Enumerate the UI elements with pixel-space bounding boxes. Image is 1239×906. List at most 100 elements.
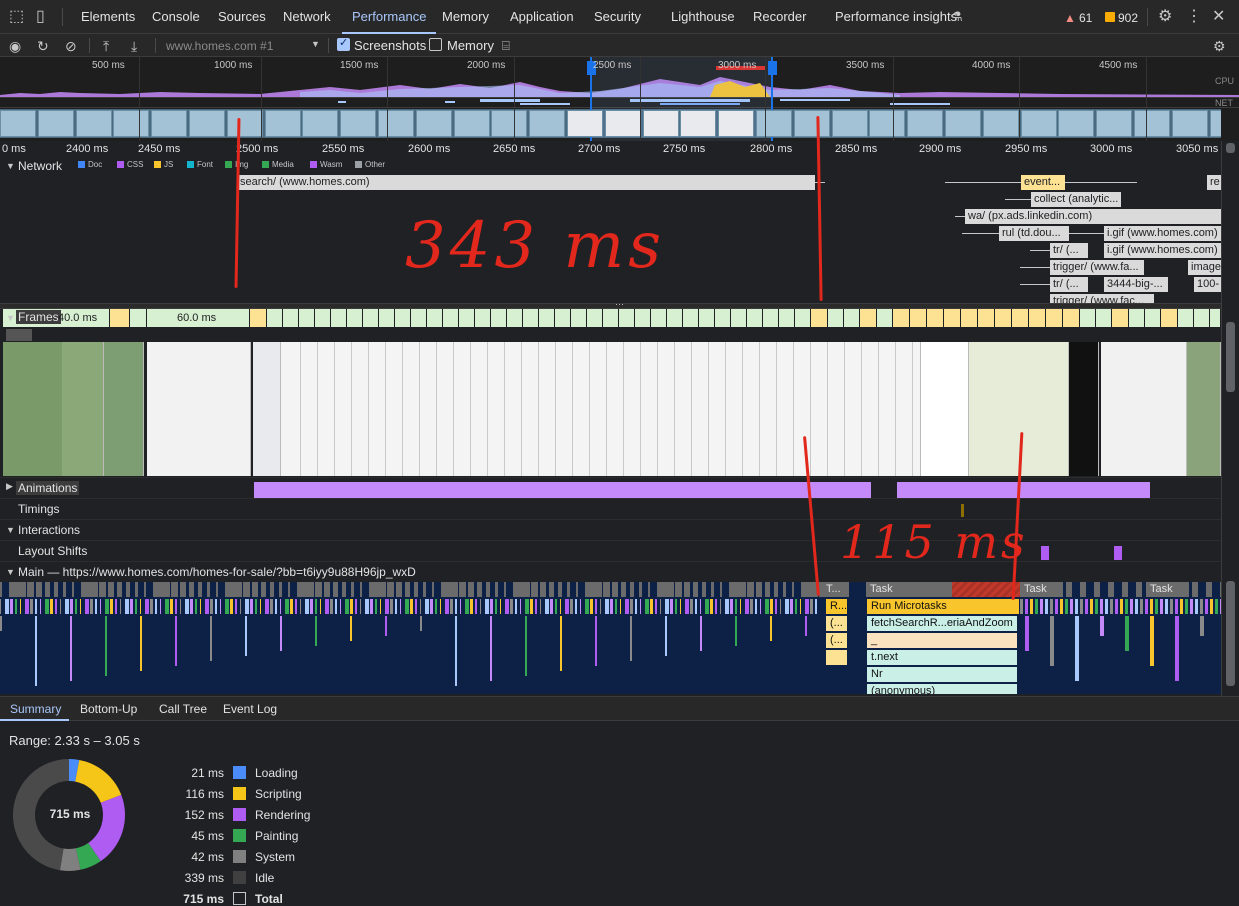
task-block[interactable] bbox=[648, 582, 650, 597]
tab-application[interactable]: Application bbox=[510, 0, 574, 34]
flame-entry[interactable] bbox=[70, 599, 73, 614]
flame-entry[interactable] bbox=[245, 599, 249, 614]
flame-entry[interactable] bbox=[280, 599, 281, 614]
task-block[interactable] bbox=[270, 582, 274, 597]
flame-entry[interactable] bbox=[115, 599, 117, 614]
flame-entry[interactable] bbox=[15, 599, 17, 614]
flame-entry[interactable] bbox=[260, 599, 261, 614]
collapse-triangle-icon[interactable]: ▼ bbox=[6, 161, 15, 171]
task-block[interactable] bbox=[729, 582, 738, 597]
tab-security[interactable]: Security bbox=[594, 0, 641, 34]
flame-entry[interactable] bbox=[255, 599, 257, 614]
flame-entry[interactable] bbox=[1065, 599, 1068, 614]
flame-entry[interactable] bbox=[770, 616, 772, 641]
flame-entry[interactable] bbox=[435, 599, 437, 614]
network-request[interactable]: 3444-big-... bbox=[1104, 277, 1168, 292]
task-block[interactable] bbox=[171, 582, 178, 597]
flame-entry[interactable] bbox=[185, 599, 189, 614]
collapse-triangle-icon[interactable]: ▼ bbox=[6, 313, 15, 323]
flame-entry[interactable] bbox=[540, 599, 541, 614]
task-block[interactable] bbox=[585, 582, 594, 597]
task-block[interactable] bbox=[513, 582, 522, 597]
task-block[interactable] bbox=[423, 582, 426, 597]
flame-entry[interactable] bbox=[155, 599, 157, 614]
task-block[interactable] bbox=[675, 582, 682, 597]
flame-entry[interactable] bbox=[610, 599, 613, 614]
clear-icon[interactable]: ⊘ bbox=[65, 38, 77, 54]
task-block[interactable] bbox=[603, 582, 610, 597]
flame-entry[interactable] bbox=[1050, 599, 1053, 614]
flame-entry[interactable] bbox=[40, 599, 41, 614]
task-block[interactable] bbox=[1108, 582, 1114, 597]
network-request[interactable]: collect (analytic... bbox=[1031, 192, 1121, 207]
timeline-overview[interactable]: 500 ms 1000 ms 1500 ms 2000 ms 2500 ms 3000 m… bbox=[0, 57, 1239, 142]
flame-entry[interactable] bbox=[70, 616, 72, 681]
tab-recorder[interactable]: Recorder bbox=[753, 0, 806, 34]
flame-entry[interactable] bbox=[350, 599, 353, 614]
tab-network[interactable]: Network bbox=[283, 0, 331, 34]
task-block[interactable] bbox=[333, 582, 338, 597]
flame-entry[interactable] bbox=[765, 599, 769, 614]
flame-entry[interactable] bbox=[675, 599, 677, 614]
flame-entry[interactable] bbox=[1190, 599, 1193, 614]
flame-entry[interactable] bbox=[135, 599, 137, 614]
network-request[interactable]: re bbox=[1207, 175, 1221, 190]
flame-entry[interactable] bbox=[595, 599, 597, 614]
flame-entry[interactable] bbox=[170, 599, 173, 614]
flame-entry[interactable] bbox=[30, 599, 33, 614]
task-block[interactable] bbox=[45, 582, 50, 597]
task-block[interactable] bbox=[441, 582, 450, 597]
flame-entry[interactable] bbox=[1170, 599, 1173, 614]
flame-entry[interactable] bbox=[410, 599, 413, 614]
flame-entry[interactable] bbox=[775, 599, 777, 614]
flame-entry[interactable] bbox=[1125, 616, 1129, 651]
flame-entry[interactable] bbox=[460, 599, 461, 614]
flame-entry[interactable] bbox=[550, 599, 553, 614]
flame-entry[interactable] bbox=[730, 599, 733, 614]
flame-entry[interactable]: (... bbox=[826, 633, 848, 648]
collapse-triangle-icon[interactable]: ▼ bbox=[6, 567, 15, 577]
flame-entry[interactable] bbox=[520, 599, 521, 614]
flame-entry[interactable] bbox=[1090, 599, 1093, 614]
flame-entry[interactable] bbox=[1110, 599, 1113, 614]
flame-entry[interactable] bbox=[1085, 599, 1088, 614]
flame-entry[interactable] bbox=[595, 616, 597, 666]
flame-entry[interactable] bbox=[630, 616, 632, 661]
task-block[interactable] bbox=[495, 582, 498, 597]
flame-entry[interactable] bbox=[280, 616, 282, 651]
task-block[interactable] bbox=[738, 582, 746, 597]
task-block[interactable] bbox=[1136, 582, 1142, 597]
flame-entry[interactable] bbox=[1045, 599, 1048, 614]
flame-entry[interactable] bbox=[230, 599, 233, 614]
task-block[interactable] bbox=[720, 582, 722, 597]
flame-entry[interactable] bbox=[1025, 599, 1028, 614]
flame-entry[interactable] bbox=[45, 599, 49, 614]
flame-entry[interactable] bbox=[0, 616, 2, 631]
flame-entry[interactable] bbox=[560, 616, 562, 671]
flame-entry[interactable] bbox=[470, 599, 473, 614]
flame-entry[interactable] bbox=[680, 599, 681, 614]
task-block[interactable] bbox=[81, 582, 90, 597]
flame-entry[interactable] bbox=[480, 599, 481, 614]
network-request[interactable]: rul (td.dou... bbox=[999, 226, 1069, 241]
task-block[interactable] bbox=[369, 582, 378, 597]
flame-entry[interactable] bbox=[55, 599, 57, 614]
flame-entry[interactable] bbox=[545, 599, 549, 614]
task-block[interactable] bbox=[252, 582, 258, 597]
flame-entry[interactable] bbox=[700, 616, 702, 651]
flame-entry[interactable] bbox=[1060, 599, 1063, 614]
flame-entry[interactable] bbox=[1200, 616, 1204, 636]
flame-entry[interactable] bbox=[190, 599, 193, 614]
flame-entry[interactable] bbox=[1035, 599, 1038, 614]
flame-entry[interactable] bbox=[35, 599, 37, 614]
flame-entry[interactable] bbox=[330, 599, 333, 614]
flame-entry[interactable] bbox=[240, 599, 241, 614]
flame-entry[interactable] bbox=[1210, 599, 1213, 614]
flame-entry[interactable] bbox=[1215, 599, 1218, 614]
task-block[interactable] bbox=[612, 582, 618, 597]
task-block[interactable]: Task bbox=[1020, 582, 1064, 597]
flame-entry[interactable] bbox=[20, 599, 21, 614]
tab-elements[interactable]: Elements bbox=[81, 0, 135, 34]
scrollbar-thumb[interactable] bbox=[1226, 143, 1235, 153]
flame-entry[interactable]: (... bbox=[826, 616, 848, 631]
